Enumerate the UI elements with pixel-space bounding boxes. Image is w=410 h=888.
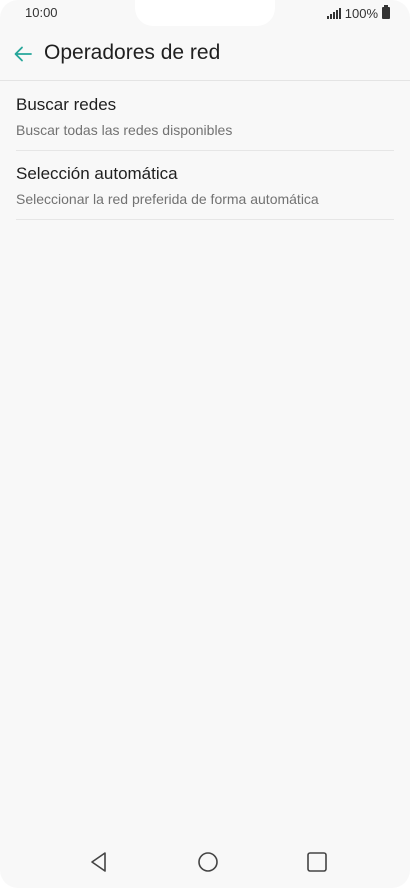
list-item-title: Buscar redes [16, 95, 117, 114]
recents-square-icon [307, 852, 327, 872]
page-title: Operadores de red [44, 41, 221, 64]
battery-icon [382, 5, 390, 19]
list-item-subtitle: Seleccionar la red preferida de forma au… [16, 191, 319, 207]
display-notch [135, 0, 275, 26]
list-item-seleccion-automatica[interactable]: Selección automática Seleccionar la red … [16, 151, 394, 220]
status-time: 10:00 [25, 5, 58, 20]
back-triangle-icon [91, 852, 106, 872]
phone-screen: 10:00 100% Operadores de red Buscar rede… [0, 0, 410, 888]
nav-back-button[interactable] [81, 844, 117, 880]
nav-home-button[interactable] [190, 844, 226, 880]
status-bar: 10:00 100% [0, 0, 410, 26]
arrow-back-icon [14, 46, 32, 62]
settings-list: Buscar redes Buscar todas las redes disp… [16, 82, 394, 220]
signal-icon [326, 7, 341, 19]
navigation-bar [0, 840, 410, 888]
back-button[interactable] [10, 41, 36, 67]
battery-percentage: 100% [344, 5, 378, 21]
list-item-buscar-redes[interactable]: Buscar redes Buscar todas las redes disp… [16, 82, 394, 151]
list-item-subtitle: Buscar todas las redes disponibles [16, 122, 233, 138]
list-item-title: Selección automática [16, 164, 178, 183]
status-indicators: 100% [326, 5, 390, 21]
app-bar: Operadores de red [0, 26, 410, 81]
nav-recents-button[interactable] [299, 844, 335, 880]
home-circle-icon [198, 852, 218, 872]
